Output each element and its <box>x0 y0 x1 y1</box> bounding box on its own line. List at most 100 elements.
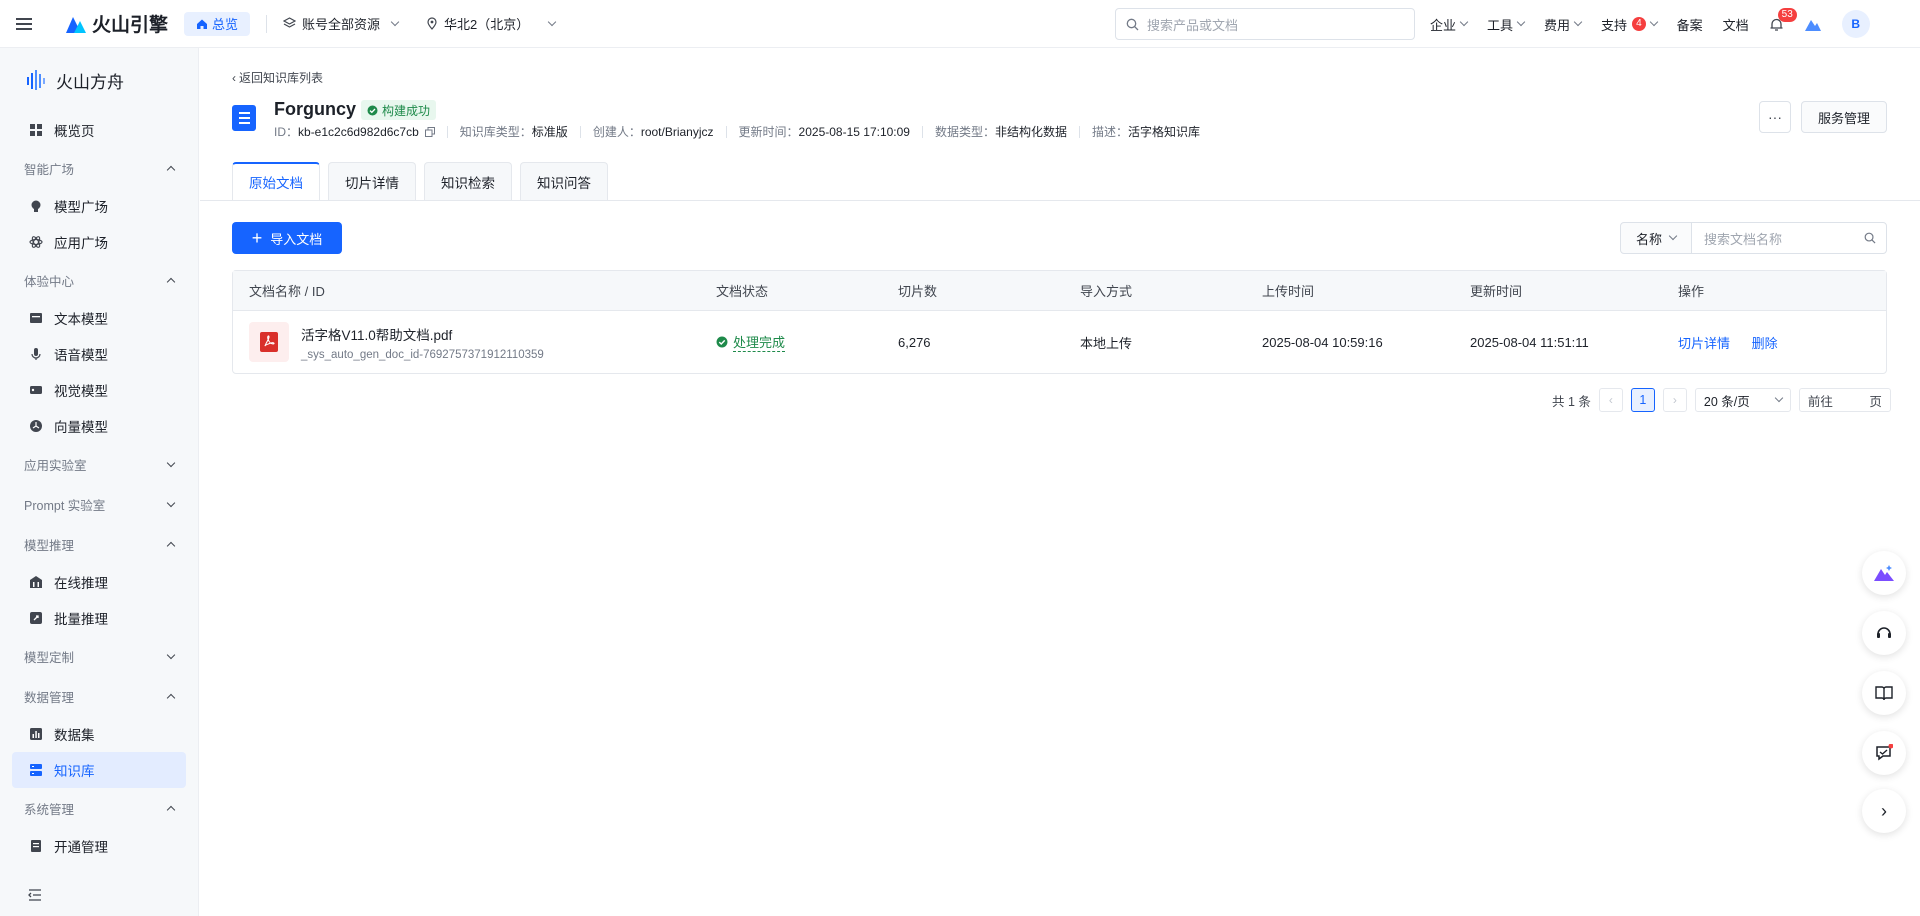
sidebar-item-vector-model[interactable]: 向量模型 <box>12 408 186 444</box>
chevron-down-icon <box>390 17 400 26</box>
prev-page-button[interactable]: ‹ <box>1598 388 1623 412</box>
notification-badge: 53 <box>1777 7 1797 22</box>
menu-icon[interactable] <box>0 0 48 48</box>
goto-page-input[interactable]: 前往 页 <box>1798 388 1891 412</box>
mountain-app-icon[interactable] <box>1804 16 1822 32</box>
check-circle-icon <box>367 105 378 115</box>
search-icon <box>1864 232 1876 244</box>
update-time: 2025-08-04 11:51:11 <box>1470 334 1589 350</box>
group-label: 智能广场 <box>24 162 75 177</box>
sidebar-item-label: 在线推理 <box>54 576 108 591</box>
sidebar-group-data-management[interactable]: 数据管理 <box>0 676 198 716</box>
page-number-current[interactable]: 1 <box>1630 388 1655 412</box>
upload-time: 2025-08-04 10:59:16 <box>1262 334 1383 350</box>
id-value: kb-e1c2c6d982d6c7cb <box>298 124 419 139</box>
file-name[interactable]: 活字格V11.0帮助文档.pdf <box>301 324 544 344</box>
menu-enterprise[interactable]: 企业 <box>1430 15 1469 34</box>
overview-button[interactable]: 总览 <box>184 11 251 36</box>
page-size-select[interactable]: 20 条/页 <box>1694 388 1791 412</box>
sidebar-item-activation[interactable]: 开通管理 <box>12 828 186 864</box>
menu-docs[interactable]: 文档 <box>1723 15 1749 34</box>
type-value: 标准版 <box>531 125 568 139</box>
chevron-up-icon <box>166 805 176 814</box>
column-header: 更新时间 <box>1470 284 1523 299</box>
menu-billing[interactable]: 费用 <box>1544 15 1583 34</box>
sidebar-group-model-inference[interactable]: 模型推理 <box>0 524 198 564</box>
sidebar-item-batch-inference[interactable]: 批量推理 <box>12 600 186 636</box>
top-navigation-bar: 火山引擎 总览 账号全部资源 华北2（北京） 搜索产品或文档 企业 工具 费用 … <box>0 0 1920 48</box>
sidebar-brand-name: 火山方舟 <box>56 72 124 92</box>
tab-original-documents[interactable]: 原始文档 <box>232 162 320 200</box>
tab-chunk-details[interactable]: 切片详情 <box>328 162 416 200</box>
sidebar-item-text-model[interactable]: 文本模型 <box>12 300 186 336</box>
sidebar-group-app-lab[interactable]: 应用实验室 <box>0 444 198 484</box>
sidebar-group-system-management[interactable]: 系统管理 <box>0 788 198 828</box>
delete-link[interactable]: 删除 <box>1752 336 1778 351</box>
sidebar-group-smart-square[interactable]: 智能广场 <box>0 148 198 188</box>
next-page-button[interactable]: › <box>1662 388 1687 412</box>
chunk-details-link[interactable]: 切片详情 <box>1678 336 1730 351</box>
sidebar-item-overview[interactable]: 概览页 <box>12 112 186 148</box>
sidebar-group-experience-center[interactable]: 体验中心 <box>0 260 198 300</box>
divider <box>921 125 923 138</box>
sidebar-group-model-customization[interactable]: 模型定制 <box>0 636 198 676</box>
chevron-left-icon: ‹ <box>232 70 236 85</box>
ai-assistant-button[interactable] <box>1862 551 1906 595</box>
account-resource-select[interactable]: 账号全部资源 <box>283 14 400 33</box>
group-label: 系统管理 <box>24 802 75 817</box>
sidebar-item-knowledge-base[interactable]: 知识库 <box>12 752 186 788</box>
status-text[interactable]: 处理完成 <box>733 332 786 352</box>
sidebar-item-vision-model[interactable]: 视觉模型 <box>12 372 186 408</box>
status-cell: 处理完成 <box>716 332 898 352</box>
search-field-select[interactable]: 名称 <box>1620 222 1692 254</box>
docs-book-button[interactable] <box>1862 671 1906 715</box>
sidebar-item-label: 应用广场 <box>54 236 108 251</box>
plus-icon: + <box>251 228 263 248</box>
brand-logo[interactable]: 火山引擎 <box>64 10 168 37</box>
sidebar-item-label: 概览页 <box>54 124 95 139</box>
sidebar-brand[interactable]: 火山方舟 <box>0 48 198 112</box>
divider <box>579 125 581 138</box>
notification-button[interactable]: 53 <box>1769 7 1797 32</box>
chevron-down-icon <box>1573 17 1583 27</box>
sidebar-item-dataset[interactable]: 数据集 <box>12 716 186 752</box>
group-label: 应用实验室 <box>24 458 87 473</box>
mountain-sparkle-icon <box>1874 565 1894 581</box>
customer-service-button[interactable] <box>1862 611 1906 655</box>
import-label: 导入文档 <box>270 231 323 247</box>
column-header: 导入方式 <box>1080 284 1133 299</box>
region-select[interactable]: 华北2（北京） <box>426 14 557 33</box>
sidebar-item-label: 数据集 <box>54 728 95 743</box>
divider <box>446 125 448 138</box>
bulb-icon <box>28 198 44 214</box>
import-document-button[interactable]: + 导入文档 <box>232 222 342 254</box>
file-id: _sys_auto_gen_doc_id-7692757371912110359 <box>301 348 544 361</box>
sidebar-item-app-square[interactable]: 应用广场 <box>12 224 186 260</box>
sidebar-item-online-inference[interactable]: 在线推理 <box>12 564 186 600</box>
global-search-input[interactable]: 搜索产品或文档 <box>1115 8 1415 40</box>
avatar[interactable]: B <box>1841 10 1870 38</box>
menu-support[interactable]: 支持 4 <box>1601 15 1658 34</box>
menu-filing[interactable]: 备案 <box>1677 15 1703 34</box>
copy-icon[interactable] <box>424 126 435 137</box>
tab-knowledge-qa[interactable]: 知识问答 <box>520 162 608 200</box>
search-placeholder: 搜索产品或文档 <box>1147 17 1239 33</box>
divider <box>725 125 727 138</box>
menu-tools[interactable]: 工具 <box>1487 15 1526 34</box>
service-management-button[interactable]: 服务管理 <box>1801 101 1887 133</box>
document-search-input[interactable]: 搜索文档名称 <box>1691 222 1887 254</box>
sidebar-group-prompt-lab[interactable]: Prompt 实验室 <box>0 484 198 524</box>
feedback-button[interactable] <box>1862 731 1906 775</box>
divider <box>266 14 268 33</box>
more-actions-button[interactable]: ··· <box>1759 101 1791 133</box>
collapse-sidebar-icon[interactable] <box>28 889 42 904</box>
tab-knowledge-search[interactable]: 知识检索 <box>424 162 512 200</box>
data-type-label: 数据类型： <box>934 125 995 139</box>
sidebar-item-label: 开通管理 <box>54 840 108 855</box>
sidebar-item-model-square[interactable]: 模型广场 <box>12 188 186 224</box>
sidebar-item-voice-model[interactable]: 语音模型 <box>12 336 186 372</box>
table-header: 文档名称 / ID 文档状态 切片数 导入方式 上传时间 更新时间 操作 <box>233 271 1886 311</box>
expand-panel-button[interactable]: › <box>1862 789 1906 833</box>
back-to-list-link[interactable]: ‹ 返回知识库列表 <box>232 69 323 86</box>
main-content: ‹ 返回知识库列表 Forguncy 构建成功 ID： kb-e1c2c6d98… <box>200 48 1920 916</box>
